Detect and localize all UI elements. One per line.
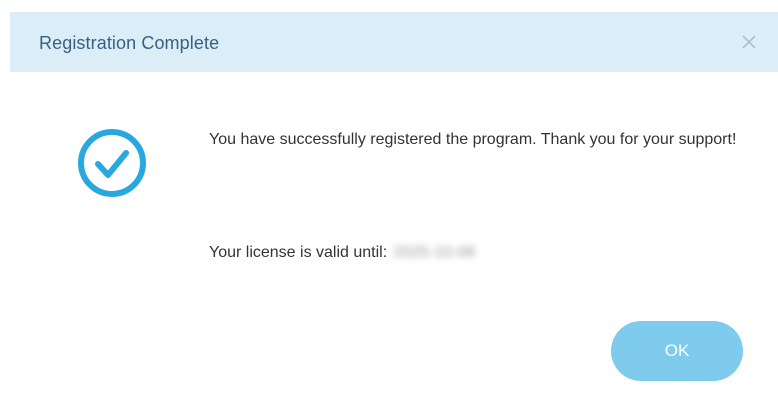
- license-info: Your license is valid until: 2025-10-08: [209, 244, 475, 262]
- license-expiry-date: 2025-10-08: [393, 244, 476, 261]
- check-circle-icon: [76, 127, 148, 199]
- success-message: You have successfully registered the pro…: [209, 131, 737, 148]
- ok-button[interactable]: OK: [611, 321, 743, 381]
- license-label: Your license is valid until:: [209, 244, 388, 261]
- dialog-title: Registration Complete: [39, 33, 220, 53]
- registration-dialog: Registration Complete You have successfu…: [10, 12, 778, 420]
- close-icon[interactable]: [737, 30, 761, 54]
- dialog-titlebar: Registration Complete: [10, 12, 778, 72]
